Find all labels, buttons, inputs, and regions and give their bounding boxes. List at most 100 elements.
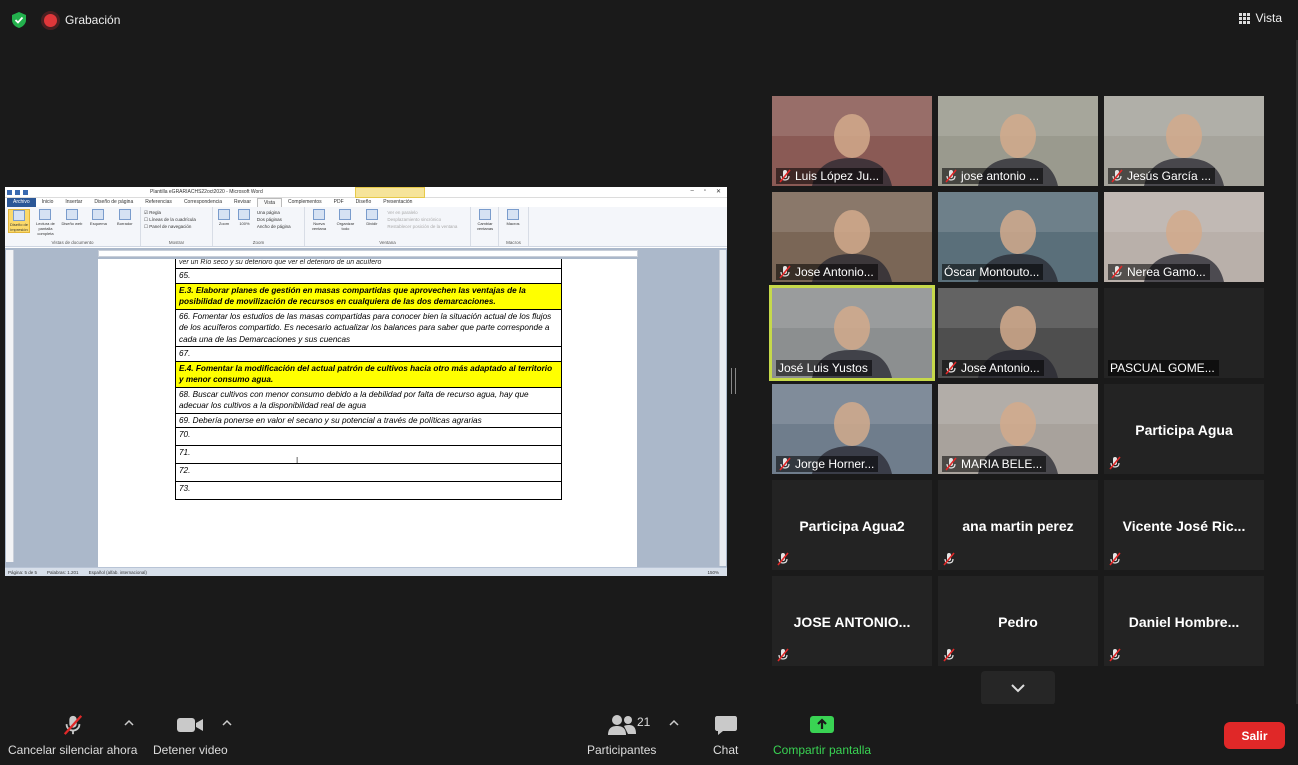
participant-name: Jesús García ...	[1127, 169, 1212, 183]
participant-tile[interactable]: JOSE ANTONIO...	[772, 576, 932, 666]
participant-tile[interactable]: Jose Antonio...	[772, 192, 932, 282]
recording-indicator[interactable]: Grabación	[41, 10, 120, 30]
table-row[interactable]: 70.	[176, 428, 561, 446]
participant-name: Luis López Ju...	[795, 169, 880, 183]
tab-referencias[interactable]: Referencias	[139, 198, 178, 207]
table-row[interactable]: 68. Buscar cultivos con menor consumo de…	[176, 388, 561, 414]
split-divider[interactable]	[731, 368, 736, 394]
chat-button[interactable]: Chat	[713, 714, 738, 757]
zoom-options[interactable]: Una página Dos páginas Ancho de página	[257, 209, 291, 230]
zoom-100-button[interactable]: 100%	[236, 209, 252, 226]
print-layout-button[interactable]: Diseño de impresión	[8, 209, 30, 233]
split-button[interactable]: Dividir	[361, 209, 383, 226]
tab-vista[interactable]: Vista	[256, 198, 283, 207]
table-row[interactable]: 73.	[176, 482, 561, 500]
tab-insertar[interactable]: Insertar	[59, 198, 88, 207]
arrange-all-button[interactable]: Organizar todo	[334, 209, 356, 231]
chevron-up-icon[interactable]	[222, 718, 232, 728]
gallery-next-page-button[interactable]	[981, 671, 1055, 705]
document-table[interactable]: ver un Río seco y su deterioro que ver e…	[175, 259, 562, 500]
tab-presentacion[interactable]: Presentación	[377, 198, 418, 207]
vertical-ruler[interactable]	[6, 250, 14, 562]
minimize-icon[interactable]: –	[690, 188, 693, 195]
table-row[interactable]: E.3. Elaborar planes de gestión en masas…	[176, 283, 561, 310]
tab-correspondencia[interactable]: Correspondencia	[178, 198, 228, 207]
share-screen-icon	[810, 716, 835, 733]
participant-tile[interactable]: Jose Antonio...	[938, 288, 1098, 378]
tab-pdf[interactable]: PDF	[328, 198, 350, 207]
undo-icon[interactable]	[15, 189, 20, 195]
table-tools-tab[interactable]	[355, 187, 425, 198]
participant-tile[interactable]: Participa Agua2	[772, 480, 932, 570]
window-options[interactable]: Ver en paralelo Desplazamiento sincrónic…	[387, 209, 457, 230]
close-icon[interactable]: ✕	[716, 188, 721, 195]
tab-diseno-pagina[interactable]: Diseño de página	[88, 198, 139, 207]
tab-revisar[interactable]: Revisar	[228, 198, 257, 207]
table-row[interactable]: 69. Debería ponerse en valor el secano y…	[176, 414, 561, 428]
table-row[interactable]: 71.	[176, 446, 561, 464]
window-controls[interactable]: – ▫ ✕	[690, 188, 721, 195]
mic-muted-icon	[778, 457, 792, 471]
participant-tile[interactable]: Óscar Montouto...	[938, 192, 1098, 282]
participant-tile[interactable]: Pedro	[938, 576, 1098, 666]
view-button[interactable]: Vista	[1238, 11, 1282, 25]
tab-complementos[interactable]: Complementos	[282, 198, 328, 207]
table-row[interactable]: 67.	[176, 347, 561, 362]
participant-tile[interactable]: jose antonio ...	[938, 96, 1098, 186]
show-options[interactable]: ☑ Regla ☐ Líneas de la cuadrícula ☐ Pane…	[144, 209, 196, 230]
chevron-up-icon[interactable]	[669, 718, 679, 728]
language[interactable]: Español (alfab. internacional)	[89, 570, 147, 575]
ribbon-group-window: Nueva ventana Organizar todo Dividir Ver…	[305, 207, 471, 246]
participant-tile[interactable]: Participa Agua	[1104, 384, 1264, 474]
participant-tile[interactable]: PASCUAL GOME...	[1104, 288, 1264, 378]
zoom-button[interactable]: Zoom	[216, 209, 232, 226]
web-layout-button[interactable]: Diseño web	[61, 209, 83, 226]
macros-button[interactable]: Macros	[502, 209, 524, 226]
chevron-up-icon[interactable]	[124, 718, 134, 728]
table-row[interactable]: ver un Río seco y su deterioro que ver e…	[176, 259, 561, 269]
participant-tile[interactable]: Vicente José Ric...	[1104, 480, 1264, 570]
draft-button[interactable]: Borrador	[114, 209, 136, 226]
quick-access-toolbar[interactable]	[7, 189, 28, 195]
share-screen-button[interactable]: Compartir pantalla	[773, 714, 871, 757]
new-window-button[interactable]: Nueva ventana	[308, 209, 330, 231]
participant-tile[interactable]: José Luis Yustos	[769, 285, 935, 381]
participant-tile[interactable]: MARIA BELE...	[938, 384, 1098, 474]
save-icon[interactable]	[7, 189, 12, 195]
document-page[interactable]: ver un Río seco y su deterioro que ver e…	[98, 259, 637, 571]
table-row[interactable]: 65.	[176, 269, 561, 284]
participant-tile[interactable]: Jesús García ...	[1104, 96, 1264, 186]
shield-icon[interactable]	[10, 11, 28, 29]
shared-screen[interactable]: Plantilla eGRARIACHS22oct2020 - Microsof…	[5, 187, 727, 576]
leave-button[interactable]: Salir	[1224, 722, 1285, 749]
horizontal-ruler[interactable]	[98, 250, 638, 257]
participant-tile[interactable]: Jorge Horner...	[772, 384, 932, 474]
tab-diseno[interactable]: Diseño	[350, 198, 378, 207]
full-screen-reading-button[interactable]: Lectura de pantalla completa	[34, 209, 56, 236]
grid-view-icon	[1238, 12, 1250, 24]
maximize-icon[interactable]: ▫	[704, 188, 706, 195]
word-count[interactable]: Palabras: 1.201	[47, 570, 79, 575]
unmute-button[interactable]: Cancelar silenciar ahora	[8, 714, 137, 757]
ribbon-group-macros: Macros Macros	[499, 207, 529, 246]
redo-icon[interactable]	[23, 189, 28, 195]
view-label: Vista	[1255, 11, 1282, 25]
text-cursor-icon: I	[296, 456, 299, 465]
stop-video-button[interactable]: Detener video	[153, 714, 228, 757]
table-row[interactable]: 66. Fomentar los estudios de las masas c…	[176, 310, 561, 347]
tab-inicio[interactable]: Inicio	[36, 198, 60, 207]
outline-button[interactable]: Esquema	[87, 209, 109, 226]
tab-archivo[interactable]: Archivo	[7, 198, 36, 207]
participant-tile[interactable]: Daniel Hombre...	[1104, 576, 1264, 666]
participant-name-tag: jose antonio ...	[942, 168, 1044, 184]
participant-name: Jose Antonio...	[795, 265, 874, 279]
zoom-level[interactable]: 150%	[707, 570, 719, 575]
participant-tile[interactable]: Luis López Ju...	[772, 96, 932, 186]
participant-tile[interactable]: ana martin perez	[938, 480, 1098, 570]
participant-tile[interactable]: Nerea Gamo...	[1104, 192, 1264, 282]
table-row[interactable]: 72.	[176, 464, 561, 482]
table-row[interactable]: E.4. Fomentar la modificación del actual…	[176, 361, 561, 388]
switch-windows-button[interactable]: Cambiar ventanas	[474, 209, 496, 231]
word-ribbon-tabs: Archivo Inicio Insertar Diseño de página…	[5, 198, 727, 207]
vertical-scrollbar[interactable]	[719, 250, 726, 566]
